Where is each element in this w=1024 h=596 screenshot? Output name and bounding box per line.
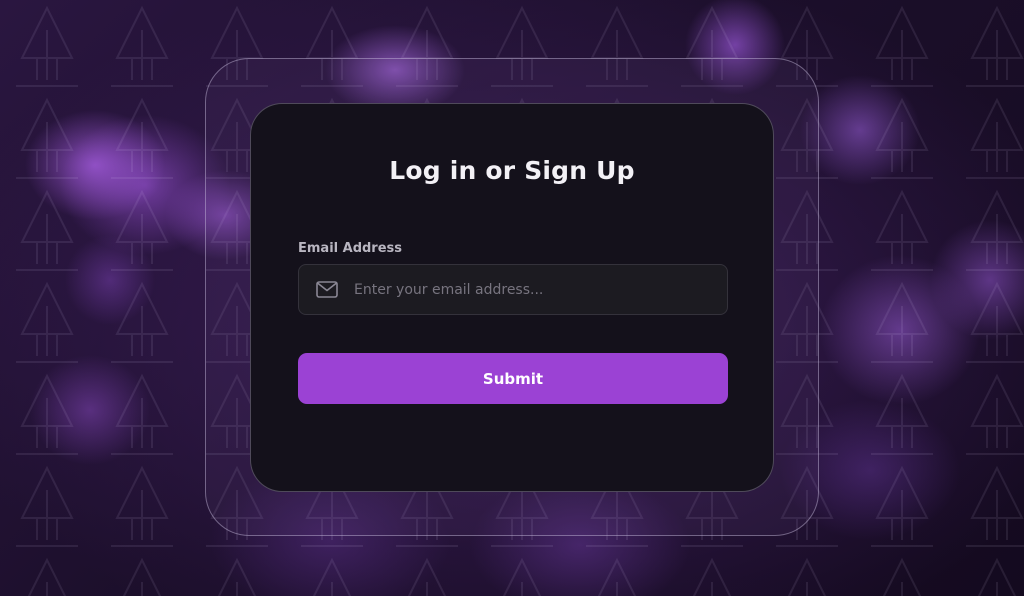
login-card: Log in or Sign Up Email Address Submit <box>250 103 774 492</box>
email-label: Email Address <box>298 241 403 256</box>
login-page: Log in or Sign Up Email Address Submit <box>0 0 1024 596</box>
mail-icon <box>316 281 338 298</box>
email-field[interactable] <box>298 264 728 315</box>
submit-button[interactable]: Submit <box>298 353 728 404</box>
login-title: Log in or Sign Up <box>389 156 635 185</box>
email-input[interactable] <box>354 265 727 314</box>
